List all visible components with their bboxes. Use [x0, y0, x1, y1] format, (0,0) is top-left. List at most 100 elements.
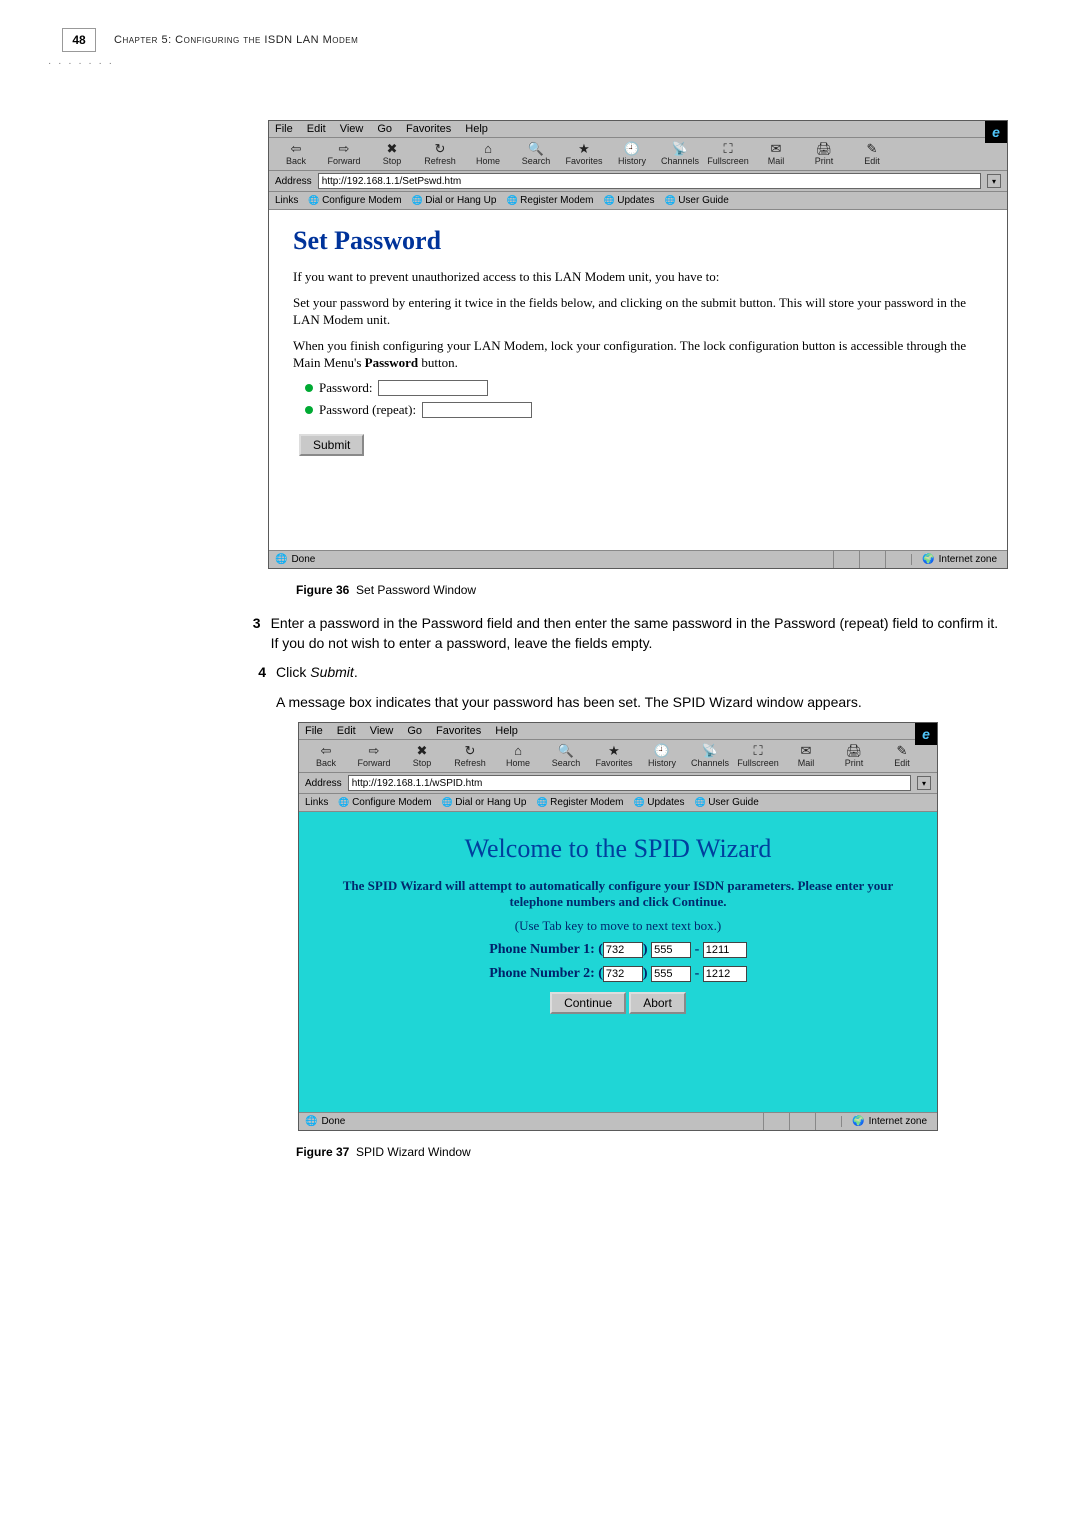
- bullet-icon: [305, 406, 313, 414]
- abort-button[interactable]: Abort: [629, 992, 686, 1014]
- link-user-guide[interactable]: User Guide: [694, 797, 758, 808]
- menu-help[interactable]: Help: [465, 123, 488, 135]
- phone1-area[interactable]: [603, 942, 643, 958]
- body-text-3: When you finish configuring your LAN Mod…: [293, 337, 983, 372]
- back-button[interactable]: ⇦Back: [305, 743, 347, 769]
- favorites-icon: ★: [578, 142, 590, 156]
- paragraph: A message box indicates that your passwo…: [276, 692, 1008, 712]
- bullet-icon: [305, 384, 313, 392]
- link-dial-hangup[interactable]: Dial or Hang Up: [412, 195, 497, 206]
- home-button[interactable]: ⌂Home: [467, 141, 509, 167]
- menu-view[interactable]: View: [340, 123, 364, 135]
- search-button[interactable]: 🔍Search: [515, 141, 557, 167]
- back-button[interactable]: ⇦Back: [275, 141, 317, 167]
- address-label: Address: [305, 778, 342, 789]
- page-title: Set Password: [293, 226, 983, 256]
- edit-button[interactable]: ✎Edit: [881, 743, 923, 769]
- phone1-line[interactable]: [703, 942, 747, 958]
- print-button[interactable]: 🖨Print: [803, 141, 845, 167]
- phone-number-2-row: Phone Number 2: () -: [323, 966, 913, 982]
- phone1-prefix[interactable]: [651, 942, 691, 958]
- address-input[interactable]: [318, 173, 981, 189]
- menu-view[interactable]: View: [370, 725, 394, 737]
- stop-button[interactable]: ✖Stop: [371, 141, 413, 167]
- status-text: Done: [291, 554, 315, 565]
- history-button[interactable]: 🕘History: [641, 743, 683, 769]
- step-4: 4 Click Submit.: [250, 662, 1008, 682]
- menubar: File Edit View Go Favorites Help: [299, 723, 937, 740]
- phone2-line[interactable]: [703, 966, 747, 982]
- link-updates[interactable]: Updates: [634, 797, 685, 808]
- body-text-2: (Use Tab key to move to next text box.): [328, 918, 908, 934]
- edit-button[interactable]: ✎Edit: [851, 141, 893, 167]
- refresh-button[interactable]: ↻Refresh: [449, 743, 491, 769]
- address-dropdown-icon[interactable]: ▾: [987, 174, 1001, 188]
- links-label: Links: [275, 195, 298, 206]
- home-button[interactable]: ⌂Home: [497, 743, 539, 769]
- menu-edit[interactable]: Edit: [337, 725, 356, 737]
- menu-favorites[interactable]: Favorites: [406, 123, 451, 135]
- mail-button[interactable]: ✉Mail: [755, 141, 797, 167]
- print-button[interactable]: 🖨Print: [833, 743, 875, 769]
- link-dial-hangup[interactable]: Dial or Hang Up: [442, 797, 527, 808]
- address-dropdown-icon[interactable]: ▾: [917, 776, 931, 790]
- link-configure-modem[interactable]: Configure Modem: [308, 195, 401, 206]
- phone2-area[interactable]: [603, 966, 643, 982]
- step-number: 3: [250, 613, 261, 654]
- figure-37-browser: e File Edit View Go Favorites Help ⇦Back…: [298, 722, 938, 1131]
- mail-icon: ✉: [771, 142, 782, 156]
- menu-favorites[interactable]: Favorites: [436, 725, 481, 737]
- stop-button[interactable]: ✖Stop: [401, 743, 443, 769]
- favorites-button[interactable]: ★Favorites: [563, 141, 605, 167]
- fullscreen-icon: ⛶: [723, 142, 732, 156]
- status-bar: 🌐Done 🌍Internet zone: [299, 1112, 937, 1130]
- password-repeat-field[interactable]: [422, 402, 532, 418]
- link-register-modem[interactable]: Register Modem: [506, 195, 593, 206]
- menu-file[interactable]: File: [305, 725, 323, 737]
- browser-body: Welcome to the SPID Wizard The SPID Wiza…: [299, 812, 937, 1112]
- chapter-title: Chapter 5: Configuring the ISDN LAN Mode…: [114, 34, 358, 46]
- channels-button[interactable]: 📡Channels: [689, 743, 731, 769]
- links-bar: Links Configure Modem Dial or Hang Up Re…: [269, 192, 1007, 210]
- continue-button[interactable]: Continue: [550, 992, 626, 1014]
- link-configure-modem[interactable]: Configure Modem: [338, 797, 431, 808]
- channels-button[interactable]: 📡Channels: [659, 141, 701, 167]
- phone2-prefix[interactable]: [651, 966, 691, 982]
- ie-logo-icon: e: [915, 723, 937, 745]
- phone2-label: Phone Number 2:: [489, 966, 595, 981]
- fullscreen-button[interactable]: ⛶Fullscreen: [707, 141, 749, 167]
- search-button[interactable]: 🔍Search: [545, 743, 587, 769]
- address-input[interactable]: [348, 775, 911, 791]
- menu-go[interactable]: Go: [407, 725, 422, 737]
- refresh-icon: ↻: [435, 142, 446, 156]
- link-updates[interactable]: Updates: [604, 195, 655, 206]
- fullscreen-button[interactable]: ⛶Fullscreen: [737, 743, 779, 769]
- menu-go[interactable]: Go: [377, 123, 392, 135]
- favorites-button[interactable]: ★Favorites: [593, 743, 635, 769]
- menu-edit[interactable]: Edit: [307, 123, 326, 135]
- menu-file[interactable]: File: [275, 123, 293, 135]
- forward-button[interactable]: ⇨Forward: [353, 743, 395, 769]
- print-icon: 🖨: [816, 142, 833, 156]
- step-text: Enter a password in the Password field a…: [271, 613, 1008, 654]
- history-button[interactable]: 🕘History: [611, 141, 653, 167]
- link-register-modem[interactable]: Register Modem: [536, 797, 623, 808]
- stop-icon: ✖: [387, 142, 398, 156]
- menubar: File Edit View Go Favorites Help: [269, 121, 1007, 138]
- mail-button[interactable]: ✉Mail: [785, 743, 827, 769]
- history-icon: 🕘: [624, 142, 640, 156]
- submit-button[interactable]: Submit: [299, 434, 364, 456]
- body-text-1: The SPID Wizard will attempt to automati…: [328, 878, 908, 910]
- step-3: 3 Enter a password in the Password field…: [250, 613, 1008, 654]
- toolbar: ⇦Back ⇨Forward ✖Stop ↻Refresh ⌂Home 🔍Sea…: [299, 740, 937, 773]
- globe-icon: 🌍: [852, 1116, 864, 1127]
- decorative-dots: · · · · · · ·: [48, 58, 114, 69]
- forward-button[interactable]: ⇨Forward: [323, 141, 365, 167]
- link-user-guide[interactable]: User Guide: [664, 195, 728, 206]
- password-field[interactable]: [378, 380, 488, 396]
- refresh-button[interactable]: ↻Refresh: [419, 141, 461, 167]
- home-icon: ⌂: [484, 142, 492, 156]
- zone-text: Internet zone: [939, 554, 997, 565]
- menu-help[interactable]: Help: [495, 725, 518, 737]
- address-label: Address: [275, 176, 312, 187]
